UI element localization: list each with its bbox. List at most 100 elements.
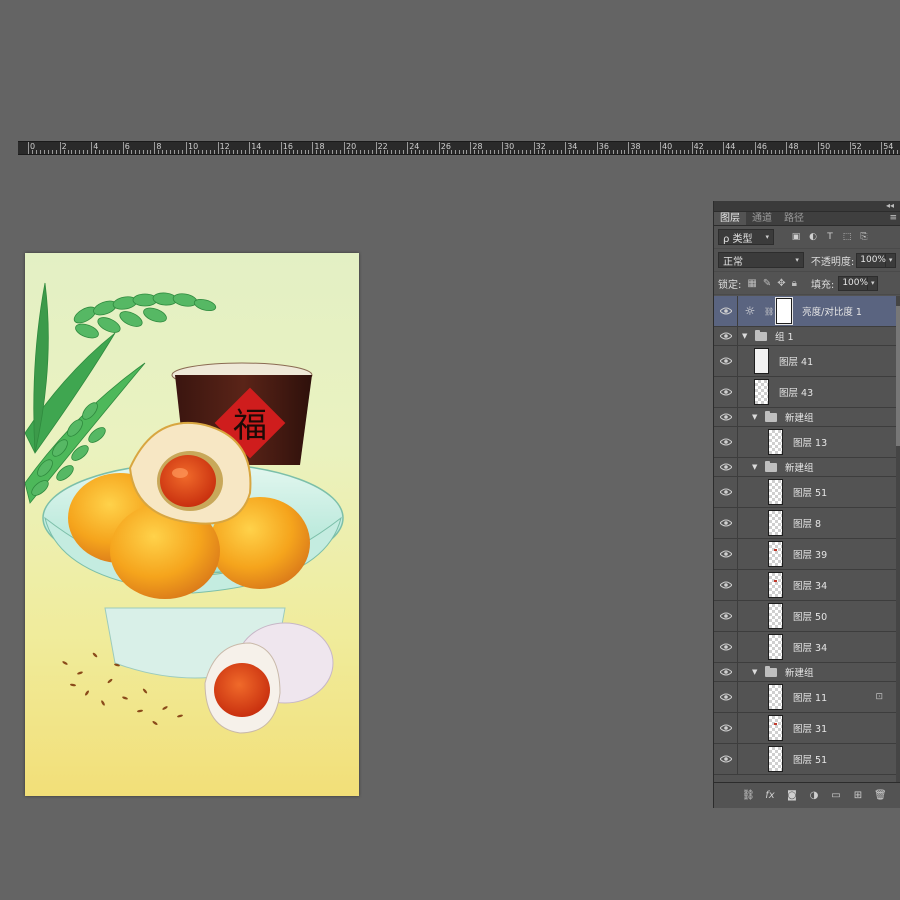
layer-thumbnail[interactable] (768, 684, 783, 710)
ruler-minor-tick (869, 150, 871, 154)
visibility-eye-icon[interactable] (714, 377, 738, 407)
ruler-minor-tick (103, 150, 105, 154)
layer-row[interactable]: 图层 39 (714, 539, 897, 570)
group-expand-arrow-icon[interactable]: ▼ (742, 332, 752, 340)
layer-group[interactable]: ▼ 新建组 (714, 458, 897, 477)
trash-icon[interactable]: 🗑︎ (874, 790, 887, 801)
horizontal-ruler[interactable]: 0 2 4 6 8 10 12 14 16 18 20 22 24 26 28 30 32 34 36 38 40 42 4… (18, 141, 900, 155)
new-group-icon[interactable]: ▭ (830, 790, 842, 801)
layer-row[interactable]: 图层 13 (714, 427, 897, 458)
fx-icon[interactable]: fx (764, 790, 776, 801)
group-expand-arrow-icon[interactable]: ▼ (752, 668, 762, 676)
group-expand-arrow-icon[interactable]: ▼ (752, 413, 762, 421)
layer-name: 新建组 (785, 413, 814, 424)
layer-group[interactable]: ▼ 新建组 (714, 663, 897, 682)
ruler-minor-tick (474, 150, 476, 154)
scrollbar-thumb[interactable] (896, 306, 900, 446)
layer-row[interactable]: 图层 34 (714, 570, 897, 601)
visibility-eye-icon[interactable] (714, 601, 738, 631)
visibility-eye-icon[interactable] (714, 663, 738, 681)
layer-row[interactable]: 图层 34 (714, 632, 897, 663)
layer-thumbnail[interactable] (768, 572, 783, 598)
layer-thumbnail[interactable] (768, 634, 783, 660)
opacity-dropdown-icon[interactable]: ▾ (886, 252, 896, 268)
type-filter-icon[interactable]: T (824, 231, 836, 243)
mask-link-icon[interactable]: ⛓︎ (764, 307, 774, 316)
layer-group[interactable]: ▼ 组 1 (714, 327, 897, 346)
layer-group[interactable]: ▼ 新建组 (714, 408, 897, 427)
smart-object-filter-icon[interactable]: ⎘ (858, 231, 870, 243)
add-mask-icon[interactable]: ◙ (786, 790, 798, 801)
layer-row[interactable]: 图层 43 (714, 377, 897, 408)
layer-thumbnail[interactable] (768, 429, 783, 455)
fill-input[interactable]: 100% (838, 275, 869, 291)
layer-thumbnail[interactable] (768, 746, 783, 772)
visibility-eye-icon[interactable] (714, 713, 738, 743)
ruler-minor-tick (517, 150, 519, 154)
ruler-minor-tick (746, 150, 748, 154)
fill-dropdown-icon[interactable]: ▾ (868, 275, 879, 291)
group-expand-arrow-icon[interactable]: ▼ (752, 463, 762, 471)
layer-row[interactable]: 图层 8 (714, 508, 897, 539)
visibility-eye-icon[interactable] (714, 458, 738, 476)
visibility-eye-icon[interactable] (714, 327, 738, 345)
layer-thumbnail[interactable] (768, 603, 783, 629)
visibility-eye-icon[interactable] (714, 508, 738, 538)
blend-mode-select[interactable]: 正常 ▾ (718, 252, 804, 268)
panel-menu-icon[interactable]: ≡ (889, 213, 897, 223)
ruler-minor-tick (31, 150, 33, 154)
layer-thumbnail[interactable] (768, 715, 783, 741)
ruler-minor-tick (600, 150, 602, 154)
document-canvas[interactable]: 福 (25, 253, 359, 796)
new-adjustment-icon[interactable]: ◑ (808, 790, 820, 801)
lock-move-icon[interactable]: ✥ (777, 278, 785, 289)
layer-name: 亮度/对比度 1 (802, 307, 862, 318)
layer-filter-select[interactable]: ρ 类型 ▾ (718, 229, 774, 245)
lock-all-icon[interactable]: 🔒︎ (792, 278, 797, 289)
layers-list[interactable]: ☼ ⛓︎ 亮度/对比度 1 ▼ 组 1 图层 41 图层 43 ▼ 新建组 图层 13 ▼ 新建组 图层… (714, 296, 897, 782)
layer-thumbnail[interactable] (768, 510, 783, 536)
lock-transparent-icon[interactable]: ▦ (747, 278, 756, 289)
ruler-minor-tick (233, 150, 235, 154)
layer-row[interactable]: 图层 31 (714, 713, 897, 744)
ruler-minor-tick (272, 150, 274, 154)
shape-filter-icon[interactable]: ⬚ (841, 231, 853, 243)
tab-channels[interactable]: 通道 (746, 212, 778, 225)
layer-row[interactable]: 图层 51 (714, 744, 897, 775)
brightness-contrast-icon[interactable]: ☼ (742, 303, 758, 319)
layer-row[interactable]: 图层 51 (714, 477, 897, 508)
visibility-eye-icon[interactable] (714, 539, 738, 569)
layer-row[interactable]: 图层 11 ⊡ (714, 682, 897, 713)
visibility-eye-icon[interactable] (714, 427, 738, 457)
layers-scrollbar[interactable] (896, 296, 900, 782)
ruler-minor-tick (367, 150, 369, 154)
visibility-eye-icon[interactable] (714, 477, 738, 507)
double-chevron-left-icon[interactable]: ◂◂ (886, 201, 894, 211)
visibility-eye-icon[interactable] (714, 346, 738, 376)
layer-thumbnail[interactable] (768, 541, 783, 567)
adjustment-filter-icon[interactable]: ◐ (807, 231, 819, 243)
visibility-eye-icon[interactable] (714, 570, 738, 600)
layer-thumbnail[interactable] (768, 479, 783, 505)
panel-title-bar[interactable]: ◂◂ (714, 201, 900, 212)
tab-layers[interactable]: 图层 (714, 212, 746, 225)
layer-thumbnail[interactable] (754, 348, 769, 374)
tab-paths[interactable]: 路径 (778, 212, 810, 225)
opacity-input[interactable]: 100% (856, 252, 887, 268)
layer-mask-thumbnail[interactable] (775, 297, 794, 325)
lock-brush-icon[interactable]: ✎ (763, 278, 771, 289)
visibility-eye-icon[interactable] (714, 296, 738, 326)
new-layer-icon[interactable]: ⊞ (852, 790, 864, 801)
visibility-eye-icon[interactable] (714, 408, 738, 426)
layer-row[interactable]: 图层 50 (714, 601, 897, 632)
ruler-major-tick (91, 142, 93, 154)
ruler-major-tick (28, 142, 29, 154)
visibility-eye-icon[interactable] (714, 682, 738, 712)
adjustment-layer[interactable]: ☼ ⛓︎ 亮度/对比度 1 (714, 296, 897, 327)
visibility-eye-icon[interactable] (714, 744, 738, 774)
visibility-eye-icon[interactable] (714, 632, 738, 662)
layer-thumbnail[interactable] (754, 379, 769, 405)
layer-row[interactable]: 图层 41 (714, 346, 897, 377)
link-layers-icon[interactable]: ⛓︎ (742, 790, 755, 801)
image-filter-icon[interactable]: ▣ (790, 231, 802, 243)
